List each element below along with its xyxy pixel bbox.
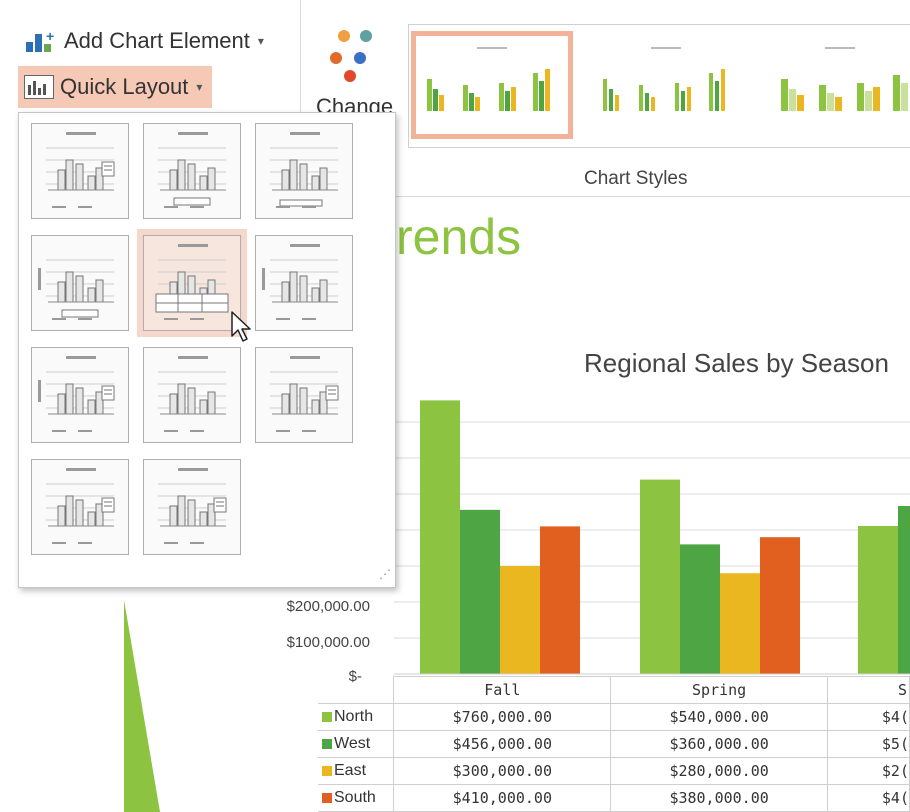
layout-tile-8[interactable] <box>143 347 241 443</box>
legend-key-icon <box>322 765 332 776</box>
legend-key-icon <box>322 792 332 803</box>
bar-south-fall[interactable] <box>540 526 580 674</box>
legend-key-icon <box>322 711 332 722</box>
y-tick-label: $200,000.00 <box>286 598 370 615</box>
layout-tile-6[interactable] <box>255 235 353 331</box>
layout-tile-2[interactable] <box>143 123 241 219</box>
bar-north-s[interactable] <box>858 526 898 674</box>
table-row: North $760,000.00 $540,000.00 $4( <box>318 703 910 731</box>
layout-preview-icon <box>158 468 227 544</box>
bar-south-spring[interactable] <box>760 537 800 674</box>
legend-key-icon <box>322 738 332 749</box>
table-cell: $410,000.00 <box>393 784 612 812</box>
layout-tile-4[interactable] <box>31 235 129 331</box>
bar-north-spring[interactable] <box>640 479 680 674</box>
layout-preview-icon <box>158 132 226 208</box>
bar-north-fall[interactable] <box>420 400 460 674</box>
mouse-pointer-icon <box>231 311 251 342</box>
layout-preview-icon <box>46 132 115 208</box>
layout-preview-icon <box>155 244 229 320</box>
chart-data-table: Fall Spring S North $760,000.00 $540,000… <box>318 676 910 812</box>
y-tick-label: $100,000.00 <box>286 634 370 651</box>
series-label: South <box>334 789 376 806</box>
table-cell: $4( <box>827 703 910 731</box>
layout-tile-9[interactable] <box>255 347 353 443</box>
table-row: West $456,000.00 $360,000.00 $5( <box>318 730 910 758</box>
layout-preview-icon <box>270 356 339 432</box>
table-row: South $410,000.00 $380,000.00 $4( <box>318 784 910 812</box>
table-header-cell: Fall <box>393 676 612 704</box>
layout-preview-icon <box>158 356 226 432</box>
layout-preview-icon <box>38 356 115 432</box>
layout-preview-icon <box>38 259 114 320</box>
bar-east-spring[interactable] <box>720 573 760 674</box>
quick-layout-menu: ⋰ <box>18 112 396 588</box>
series-label: North <box>334 708 374 725</box>
table-header-cell: Spring <box>610 676 828 704</box>
bar-west-spring[interactable] <box>680 544 720 674</box>
layout-preview-icon <box>270 132 338 208</box>
table-cell: $4( <box>827 784 910 812</box>
bar-west-fall[interactable] <box>460 509 500 674</box>
bar-east-fall[interactable] <box>500 566 540 674</box>
series-label: East <box>334 762 367 779</box>
bar-west-s[interactable] <box>898 506 910 674</box>
table-cell: $2( <box>827 757 910 785</box>
layout-tile-11[interactable] <box>143 459 241 555</box>
table-cell: $280,000.00 <box>610 757 828 785</box>
table-header-cell: S <box>827 676 910 704</box>
layout-tile-5[interactable] <box>137 229 247 337</box>
layout-preview-icon <box>262 244 338 320</box>
table-cell: $456,000.00 <box>393 730 612 758</box>
layout-tile-3[interactable] <box>255 123 353 219</box>
table-cell: $360,000.00 <box>610 730 828 758</box>
table-cell: $380,000.00 <box>610 784 828 812</box>
resize-grip-icon[interactable]: ⋰ <box>379 567 391 581</box>
table-row: East $300,000.00 $280,000.00 $2( <box>318 757 910 785</box>
layout-tile-7[interactable] <box>31 347 129 443</box>
layout-tile-1[interactable] <box>31 123 129 219</box>
table-cell: $300,000.00 <box>393 757 612 785</box>
table-cell: $5( <box>827 730 910 758</box>
layout-preview-icon <box>46 468 115 544</box>
table-cell: $540,000.00 <box>610 703 828 731</box>
layout-tile-10[interactable] <box>31 459 129 555</box>
series-label: West <box>334 735 371 752</box>
table-cell: $760,000.00 <box>393 703 612 731</box>
